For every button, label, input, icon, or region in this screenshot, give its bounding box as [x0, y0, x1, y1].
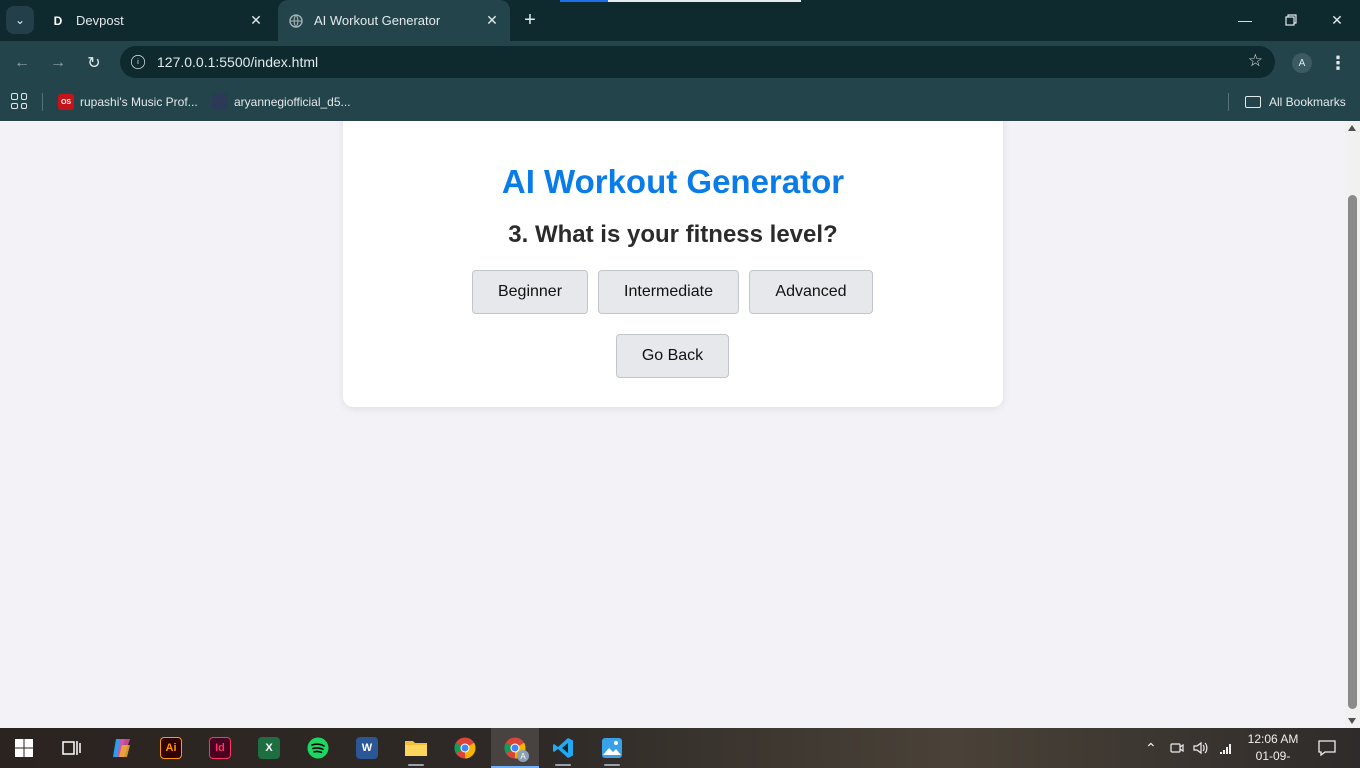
beginner-button[interactable]: Beginner	[472, 270, 588, 314]
chrome-icon[interactable]	[445, 732, 485, 764]
copilot-icon[interactable]	[102, 732, 142, 764]
url-text[interactable]: 127.0.0.1:5500/index.html	[157, 54, 318, 70]
clock-time: 12:06 AM	[1247, 732, 1299, 746]
page-scrollbar[interactable]	[1345, 121, 1360, 728]
vscode-icon[interactable]	[543, 732, 583, 766]
tab-title: Devpost	[76, 13, 124, 28]
network-icon[interactable]	[1219, 728, 1233, 768]
spotify-icon[interactable]	[298, 732, 338, 764]
all-bookmarks-label: All Bookmarks	[1269, 95, 1346, 109]
page-title: AI Workout Generator	[501, 163, 845, 200]
loading-indicator-track	[608, 0, 801, 2]
tab-devpost[interactable]: D Devpost ✕	[40, 0, 274, 41]
bookmark-item[interactable]: OS rupashi's Music Prof...	[58, 91, 198, 113]
bookmark-label: rupashi's Music Prof...	[80, 95, 198, 109]
volume-icon[interactable]	[1193, 728, 1209, 768]
chrome-profile-icon[interactable]: A	[495, 732, 535, 764]
bookmark-star-icon[interactable]: ☆	[1248, 51, 1263, 71]
close-icon[interactable]: ✕	[244, 9, 268, 33]
running-indicator	[408, 764, 424, 766]
excel-icon[interactable]: X	[249, 732, 289, 764]
minimize-icon[interactable]: —	[1225, 6, 1265, 34]
system-clock[interactable]: 12:06 AM 01-09-2025	[1243, 731, 1303, 768]
go-back-button[interactable]: Go Back	[616, 334, 729, 378]
indesign-icon[interactable]: Id	[200, 732, 240, 764]
window-close-icon[interactable]: ✕	[1317, 6, 1357, 34]
tab-strip: ⌄ D Devpost ✕ AI Workout Generator ✕ + —…	[0, 0, 1360, 41]
task-view-icon[interactable]	[52, 732, 92, 764]
reload-icon[interactable]: ↻	[80, 49, 108, 77]
meet-now-icon[interactable]	[1170, 728, 1184, 768]
intermediate-button[interactable]: Intermediate	[598, 270, 739, 314]
bookmark-item[interactable]: aryannegiofficial_d5...	[212, 91, 351, 113]
more-menu-icon[interactable]: ⋮	[1328, 52, 1348, 74]
tab-search-button[interactable]: ⌄	[6, 6, 34, 34]
quiz-card: AI Workout Generator 3. What is your fit…	[343, 121, 1003, 407]
start-icon[interactable]	[4, 732, 44, 764]
site-info-icon[interactable]: i	[131, 55, 145, 69]
bookmarks-bar: OS rupashi's Music Prof... aryannegioffi…	[0, 84, 1360, 121]
bookmark-favicon-icon	[212, 94, 228, 110]
divider	[1228, 93, 1229, 111]
back-arrow-icon[interactable]: ←	[8, 49, 36, 77]
divider	[42, 93, 43, 111]
scroll-up-icon[interactable]	[1348, 125, 1356, 131]
photos-icon[interactable]	[592, 732, 632, 766]
show-hidden-icons-chevron-icon[interactable]: ⌃	[1145, 728, 1157, 768]
loading-indicator	[560, 0, 608, 2]
browser-toolbar: ← → ↻ i 127.0.0.1:5500/index.html ☆	[0, 41, 1360, 84]
chevron-down-icon: ⌄	[14, 13, 26, 27]
running-indicator	[604, 764, 620, 766]
question-heading: 3. What is your fitness level?	[508, 221, 838, 248]
word-icon[interactable]: W	[347, 732, 387, 764]
illustrator-icon[interactable]: Ai	[151, 732, 191, 764]
clock-date: 01-09-2025	[1255, 749, 1291, 768]
devpost-favicon-icon: D	[50, 12, 66, 29]
tab-title: AI Workout Generator	[314, 13, 441, 28]
file-explorer-icon[interactable]	[396, 732, 436, 766]
address-bar[interactable]: i 127.0.0.1:5500/index.html ☆	[120, 46, 1275, 78]
page-viewport: AI Workout Generator 3. What is your fit…	[0, 121, 1345, 728]
advanced-button[interactable]: Advanced	[749, 270, 873, 314]
all-bookmarks-button[interactable]: All Bookmarks	[1245, 91, 1346, 113]
apps-grid-icon[interactable]	[11, 93, 27, 109]
profile-avatar[interactable]: A	[1292, 53, 1312, 73]
running-indicator	[555, 764, 571, 766]
restore-icon[interactable]	[1271, 6, 1311, 34]
scroll-down-icon[interactable]	[1348, 718, 1356, 724]
close-icon[interactable]: ✕	[480, 9, 504, 33]
forward-arrow-icon[interactable]: →	[44, 49, 72, 77]
new-tab-button[interactable]: +	[518, 8, 542, 32]
scrollbar-thumb[interactable]	[1348, 195, 1357, 709]
globe-icon	[288, 13, 304, 29]
notifications-icon[interactable]	[1318, 728, 1336, 768]
bookmark-label: aryannegiofficial_d5...	[234, 95, 351, 109]
profile-badge: A	[517, 750, 529, 762]
folder-icon	[1245, 96, 1261, 108]
tab-ai-workout-generator[interactable]: AI Workout Generator ✕	[278, 0, 510, 41]
bookmark-favicon-icon: OS	[58, 94, 74, 110]
